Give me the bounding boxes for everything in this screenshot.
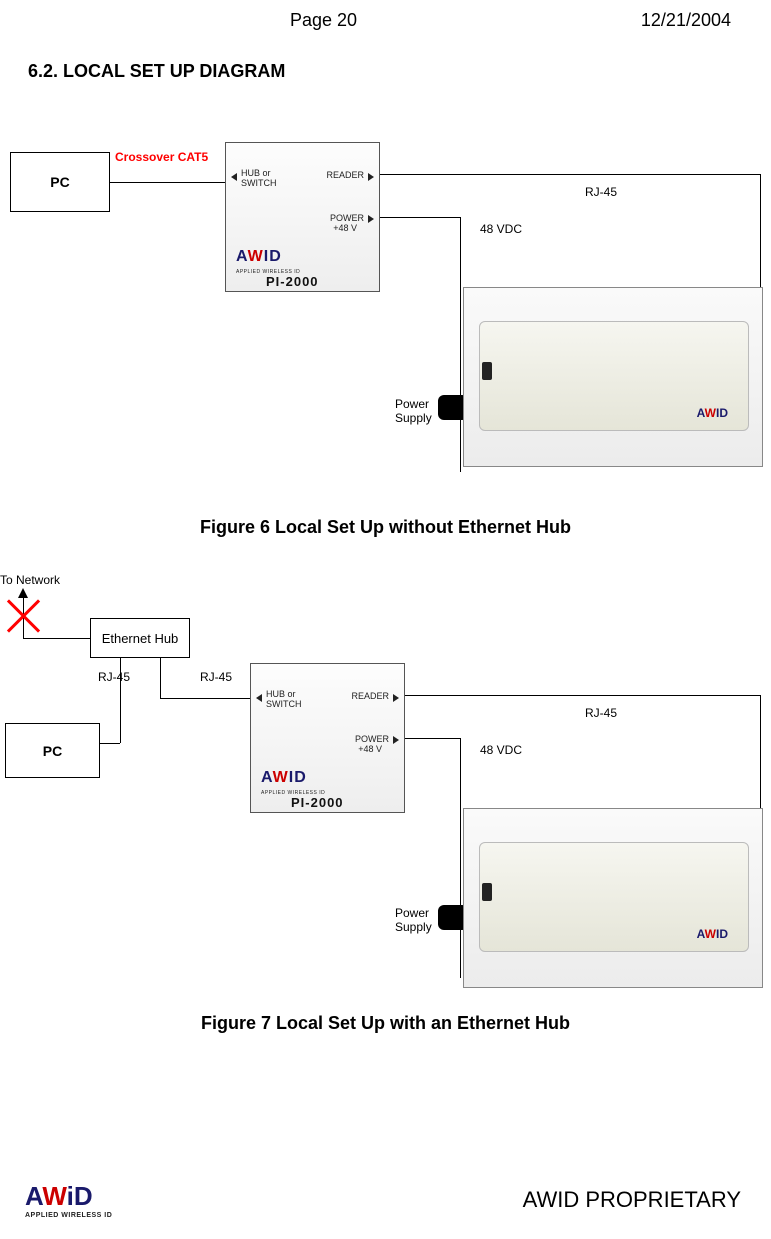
wire-power-h-2 <box>405 738 460 739</box>
to-network-label: To Network <box>0 573 60 587</box>
power-supply-label: Power Supply <box>395 397 432 425</box>
pi2000-box: HUB or SWITCH READER POWER +48 V AWID AP… <box>225 142 380 292</box>
power-supply-label-2: Power Supply <box>395 906 432 934</box>
pc-box-2: PC <box>5 723 100 778</box>
figure-6-caption: Figure 6 Local Set Up without Ethernet H… <box>0 517 771 538</box>
vdc-label: +48 V <box>333 223 357 233</box>
page-footer: AWiD APPLIED WIRELESS ID AWID PROPRIETAR… <box>0 1181 771 1219</box>
wire-reader-h-2 <box>405 695 760 696</box>
page-header: Page 20 12/21/2004 <box>0 0 771 31</box>
wire-hub-down-left <box>120 658 121 743</box>
wire-hub-into-pc <box>100 743 120 744</box>
wire-hub-left <box>23 638 90 639</box>
wire-reader-h <box>380 174 760 175</box>
power-label: POWER <box>330 213 364 223</box>
wire-hub-down-right <box>160 658 161 698</box>
rj45-c-label: RJ-45 <box>585 706 617 720</box>
vdc48-label-2: 48 VDC <box>480 743 522 757</box>
page-date: 12/21/2004 <box>641 10 731 31</box>
wire-power-h <box>380 217 460 218</box>
pi2000-model-2: PI-2000 <box>291 795 344 810</box>
hub-switch-label-2: HUB or SWITCH <box>266 689 311 709</box>
wire-power-v <box>460 217 461 472</box>
rj45-label: RJ-45 <box>585 185 617 199</box>
rj45-a-label: RJ-45 <box>98 670 130 684</box>
footer-brand: AWiD <box>25 1181 93 1212</box>
pi2000-box-2: HUB or SWITCH READER POWER +48 V AWID AP… <box>250 663 405 813</box>
figure-7-caption: Figure 7 Local Set Up with an Ethernet H… <box>0 1013 771 1034</box>
vdc-label-2: +48 V <box>358 744 382 754</box>
diagram-2: To Network Ethernet Hub RJ-45 RJ-45 PC H… <box>0 558 771 1008</box>
section-title: 6.2. LOCAL SET UP DIAGRAM <box>28 61 771 82</box>
wire-power-v-2 <box>460 738 461 978</box>
reader-device: AWID <box>463 287 763 467</box>
diagram-1: PC Crossover CAT5 HUB or SWITCH READER P… <box>0 92 771 512</box>
power-label-2: POWER <box>355 734 389 744</box>
reader-label-2: READER <box>351 691 389 701</box>
pi2000-model: PI-2000 <box>266 274 319 289</box>
crossover-label: Crossover CAT5 <box>115 150 208 164</box>
vdc48-label: 48 VDC <box>480 222 522 236</box>
rj45-b-label: RJ-45 <box>200 670 232 684</box>
ethernet-hub-box: Ethernet Hub <box>90 618 190 658</box>
pi2000-brand-2: AWID <box>261 769 307 787</box>
reader-brand-2: AWID <box>697 927 728 941</box>
pc-label: PC <box>50 174 69 190</box>
footer-brand-sub: APPLIED WIRELESS ID <box>25 1212 112 1219</box>
reader-label: READER <box>326 170 364 180</box>
reader-device-2: AWID <box>463 808 763 988</box>
hub-switch-label: HUB or SWITCH <box>241 168 286 188</box>
reader-brand: AWID <box>697 406 728 420</box>
ethernet-hub-label: Ethernet Hub <box>102 631 179 646</box>
footer-proprietary: AWID PROPRIETARY <box>523 1187 741 1213</box>
footer-logo: AWiD APPLIED WIRELESS ID <box>25 1181 112 1219</box>
x-mark-icon <box>3 596 43 636</box>
page-number: Page 20 <box>290 10 357 31</box>
wire-pc-pi2000 <box>110 182 225 183</box>
pi2000-brand: AWID <box>236 248 282 266</box>
pc-label-2: PC <box>43 743 62 759</box>
pc-box: PC <box>10 152 110 212</box>
wire-hub-to-pi2000 <box>160 698 250 699</box>
